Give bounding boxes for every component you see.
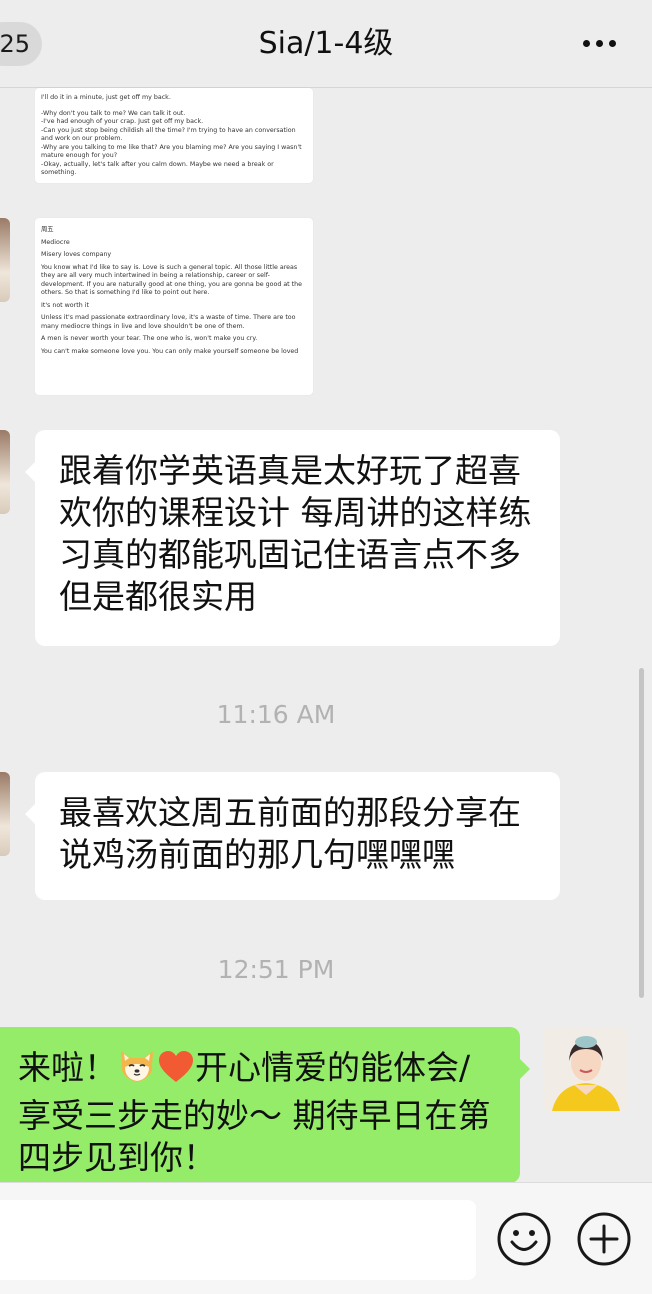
scrollbar[interactable] <box>639 668 644 998</box>
chat-title: Sia/1-4级 <box>258 26 394 61</box>
doc2-subheading: Misery loves company <box>41 251 112 258</box>
doc2-paragraph: You can't make someone love you. You can… <box>41 347 299 355</box>
more-icon[interactable] <box>583 40 616 47</box>
message-text: 来啦！ <box>18 1048 117 1087</box>
doc2-paragraph: A men is never worth your tear. The one … <box>41 335 258 342</box>
red-heart-emoji <box>157 1049 195 1095</box>
message-bubble-incoming[interactable]: 跟着你学英语真是太好玩了超喜欢你的课程设计 每周讲的这样练习真的都能巩固记住语言… <box>25 430 560 646</box>
doc1-line: -Why are you talking to me like that? Ar… <box>41 143 302 160</box>
doc-image-message-2[interactable]: 周五 Mediocre Misery loves company You kno… <box>35 218 313 395</box>
message-text: 最喜欢这周五前面的那段分享在说鸡汤前面的那几句嘿嘿嘿 <box>59 793 521 874</box>
chat-header: 25 Sia/1-4级 <box>0 0 652 88</box>
timestamp: 12:51 PM <box>217 955 335 984</box>
input-bar <box>0 1182 652 1294</box>
doc-image-message-1[interactable]: I'll do it in a minute, just get off my … <box>35 88 313 183</box>
plus-icon[interactable] <box>576 1211 632 1267</box>
doc2-paragraph: It's not worth it <box>41 301 89 309</box>
smiley-icon[interactable] <box>496 1211 552 1267</box>
message-text: 跟着你学英语真是太好玩了超喜欢你的课程设计 每周讲的这样练习真的都能巩固记住语言… <box>59 451 532 616</box>
doc1-line: -Okay, actually, let's talk after you ca… <box>41 160 274 177</box>
sender-avatar[interactable] <box>0 772 10 856</box>
message-bubble-outgoing[interactable]: 来啦！ 开心情爱的能体会/享受三步走的妙～ 期待早日在第四步见到你！ <box>0 1027 530 1183</box>
doc2-heading: Mediocre <box>41 238 70 246</box>
doc1-line: -Can you just stop being childish all th… <box>41 126 296 143</box>
my-avatar[interactable] <box>544 1027 628 1111</box>
message-input[interactable] <box>0 1200 476 1280</box>
doc2-day: 周五 <box>41 226 54 233</box>
doc1-line: -I've had enough of your crap. Just get … <box>41 118 204 125</box>
timestamp: 11:16 AM <box>216 700 336 729</box>
doc2-paragraph: You know what I'd like to say is. Love i… <box>41 263 302 297</box>
shiba-dog-emoji <box>117 1047 157 1095</box>
doc1-line: -Why don't you talk to me? We can talk i… <box>41 109 186 117</box>
doc2-paragraph: Unless it's mad passionate extraordinary… <box>41 314 296 330</box>
doc1-line: I'll do it in a minute, just get off my … <box>41 94 171 101</box>
sender-avatar[interactable] <box>0 430 10 514</box>
sender-avatar[interactable] <box>0 218 10 302</box>
message-bubble-incoming[interactable]: 最喜欢这周五前面的那段分享在说鸡汤前面的那几句嘿嘿嘿 <box>25 772 560 900</box>
